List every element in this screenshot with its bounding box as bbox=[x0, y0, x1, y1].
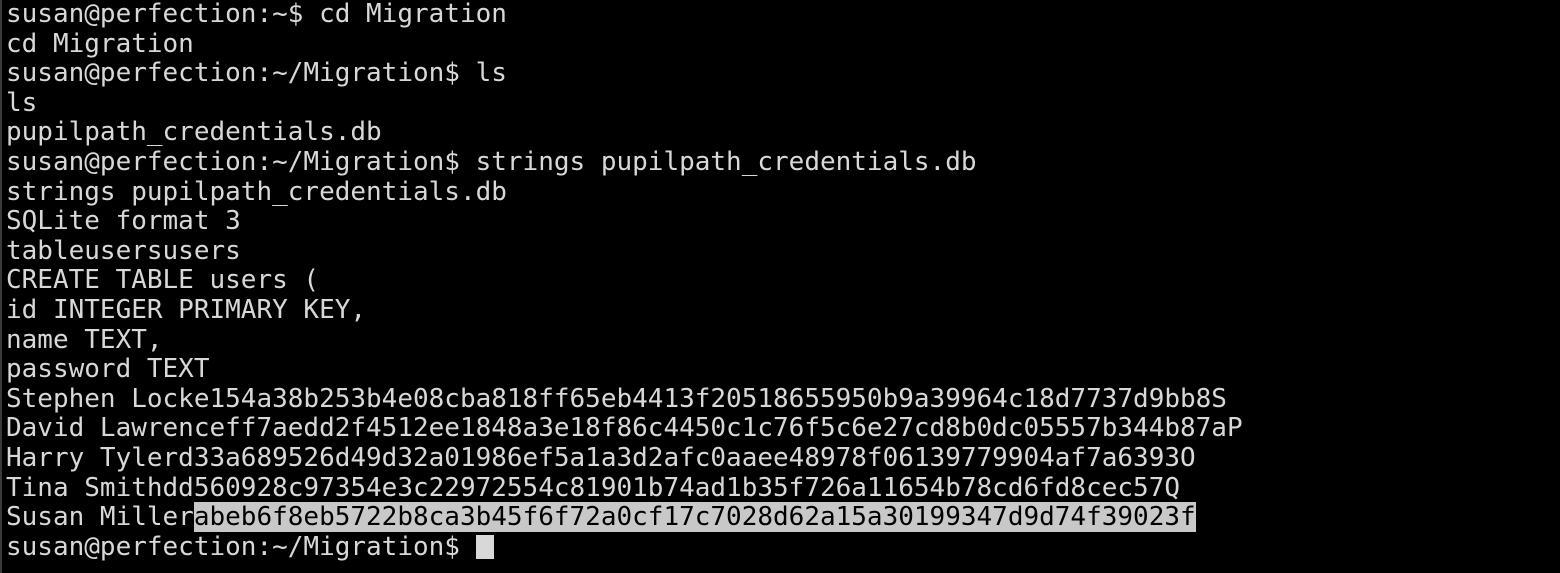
terminal-line: ls bbox=[6, 87, 38, 118]
user-name: Susan Miller bbox=[6, 502, 194, 533]
terminal-line: Harry Tylerd33a689526d49d32a01986ef5a1a3… bbox=[6, 442, 1196, 473]
prompt-line[interactable]: susan@perfection:~/Migration$ bbox=[6, 531, 1243, 563]
terminal-line: David Lawrenceff7aedd2f4512ee1848a3e18f8… bbox=[6, 413, 1243, 444]
terminal-line: tableusersusers bbox=[6, 235, 241, 266]
terminal-line: SQLite format 3 bbox=[6, 206, 241, 237]
shell-prompt: susan@perfection:~/Migration$ bbox=[6, 531, 476, 562]
terminal-line: strings pupilpath_credentials.db bbox=[6, 176, 507, 207]
terminal-line: cd Migration bbox=[6, 28, 194, 59]
terminal-line: name TEXT, bbox=[6, 324, 163, 355]
terminal-line: susan@perfection:~/Migration$ ls bbox=[6, 58, 507, 89]
terminal-line: susan@perfection:~$ cd Migration bbox=[6, 0, 507, 29]
terminal-output: susan@perfection:~$ cd Migration cd Migr… bbox=[6, 0, 1243, 562]
terminal-line: Tina Smithdd560928c97354e3c22972554c8190… bbox=[6, 472, 1180, 503]
terminal-line: pupilpath_credentials.db bbox=[6, 117, 382, 148]
terminal-line: password TEXT bbox=[6, 354, 210, 385]
text-selection[interactable]: abeb6f8eb5722b8ca3b45f6f72a0cf17c7028d62… bbox=[193, 502, 1196, 533]
terminal-line: id INTEGER PRIMARY KEY, bbox=[6, 294, 367, 325]
terminal-cursor bbox=[475, 534, 494, 559]
terminal-line: Stephen Locke154a38b253b4e08cba818ff65eb… bbox=[6, 383, 1227, 414]
terminal-line: susan@perfection:~/Migration$ strings pu… bbox=[6, 146, 977, 177]
terminal-line-selected[interactable]: Susan Millerabeb6f8eb5722b8ca3b45f6f72a0… bbox=[6, 502, 1243, 533]
terminal-window[interactable]: susan@perfection:~$ cd Migration cd Migr… bbox=[0, 0, 1560, 573]
window-border bbox=[0, 0, 2, 573]
terminal-line: CREATE TABLE users ( bbox=[6, 265, 320, 296]
